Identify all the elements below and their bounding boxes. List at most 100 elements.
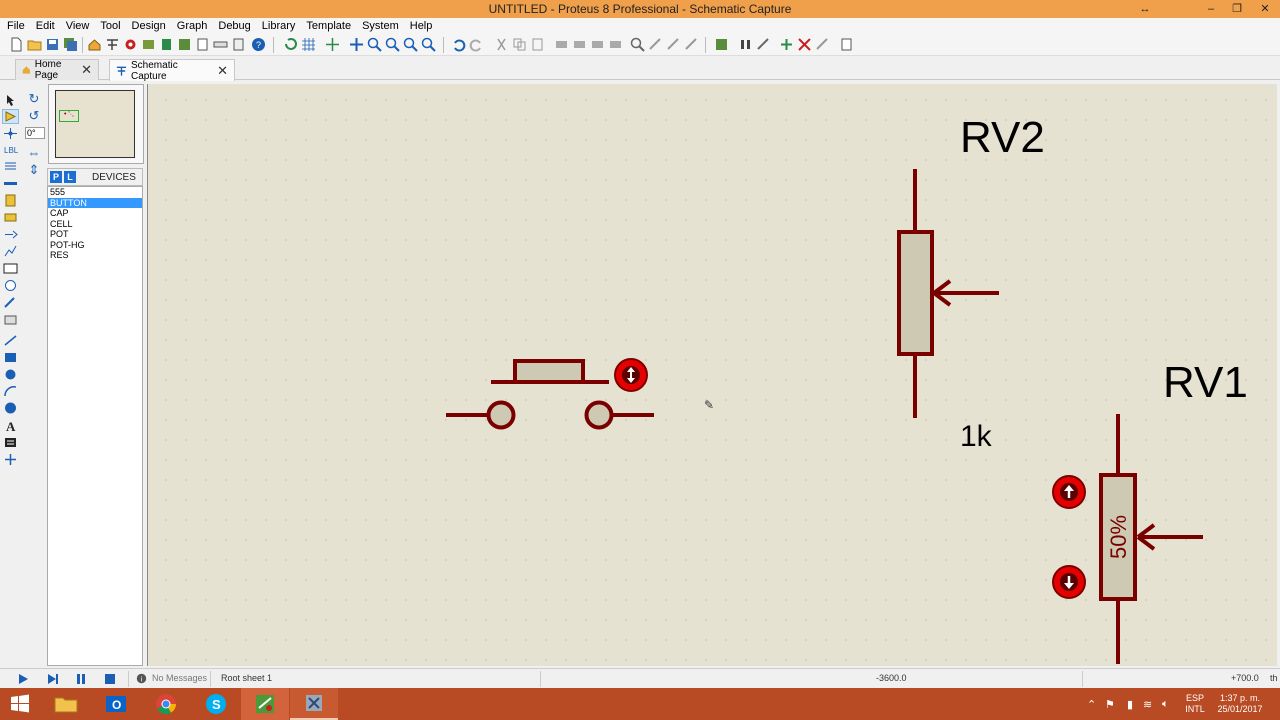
menu-file[interactable]: File (2, 18, 31, 35)
minimize-button[interactable]: – (1198, 0, 1224, 18)
menu-help[interactable]: Help (405, 18, 439, 35)
menu-graph[interactable]: Graph (172, 18, 214, 35)
list-item[interactable]: RES (48, 250, 142, 261)
clock[interactable]: 1:37 p. m. 25/01/2017 (1210, 693, 1270, 715)
rotation-angle-input[interactable]: 0° (25, 127, 45, 139)
menu-library[interactable]: Library (257, 18, 302, 35)
overview-sheet[interactable]: • '·, (55, 90, 135, 158)
subcircuit-icon[interactable] (3, 194, 18, 207)
property-tool-icon[interactable] (756, 37, 771, 52)
graph-mode-icon[interactable] (3, 245, 18, 258)
selection-mode-icon[interactable] (3, 94, 18, 107)
menu-tool[interactable]: Tool (95, 18, 126, 35)
step-icon[interactable] (46, 672, 60, 686)
list-item[interactable]: BUTTON (48, 197, 142, 208)
menu-view[interactable]: View (61, 18, 96, 35)
menu-design[interactable]: Design (127, 18, 172, 35)
packaging-tool-icon[interactable] (666, 37, 681, 52)
origin-icon[interactable] (325, 37, 340, 52)
report-icon[interactable] (839, 37, 854, 52)
source-code-icon[interactable] (213, 37, 228, 52)
menu-system[interactable]: System (357, 18, 405, 35)
battery-icon[interactable]: ▮ (1127, 698, 1133, 711)
component-mode-icon[interactable] (2, 109, 19, 124)
rv1-decrease-knob[interactable] (1052, 565, 1086, 599)
zoom-in-icon[interactable] (367, 37, 382, 52)
generator-icon[interactable] (3, 279, 18, 292)
rotate-clockwise-icon[interactable]: ↻ (26, 92, 42, 106)
windows-start-icon[interactable] (0, 688, 40, 720)
3d-viewer-icon[interactable] (141, 37, 156, 52)
mirror-horizontal-icon[interactable]: ⇔ (26, 146, 42, 160)
outlook-icon[interactable]: O (92, 688, 140, 720)
restore-button[interactable]: ❐ (1224, 0, 1250, 18)
pcb-icon[interactable] (123, 37, 138, 52)
menu-template[interactable]: Template (301, 18, 357, 35)
new-sheet-icon[interactable] (779, 37, 794, 52)
text-tool-icon[interactable]: A (3, 419, 18, 432)
close-icon[interactable]: ✕ (81, 62, 92, 78)
save-all-icon[interactable] (63, 37, 78, 52)
help-icon[interactable]: ? (251, 37, 266, 52)
input-language[interactable]: ESP INTL (1180, 693, 1210, 715)
show-hidden-icons-icon[interactable]: ⌃ (1087, 698, 1096, 711)
text-script-icon[interactable] (3, 160, 18, 173)
wire-autorouter-icon[interactable] (714, 37, 729, 52)
resize-icon[interactable]: ↔ (1132, 0, 1158, 18)
gerber-icon[interactable] (159, 37, 174, 52)
arc-tool-icon[interactable] (3, 385, 18, 398)
voltage-probe-icon[interactable] (3, 296, 18, 309)
marker-tool-icon[interactable] (3, 453, 18, 466)
proteus-icon[interactable] (290, 688, 338, 720)
tape-recorder-icon[interactable] (3, 262, 18, 275)
rotate-anticlockwise-icon[interactable]: ↺ (26, 109, 42, 123)
bom-icon[interactable] (195, 37, 210, 52)
tab-schematic-capture[interactable]: Schematic Capture ✕ (109, 59, 235, 82)
decompose-icon[interactable] (684, 37, 699, 52)
pick-device-icon[interactable] (630, 37, 645, 52)
copy-icon[interactable] (512, 37, 527, 52)
grid-icon[interactable] (301, 37, 316, 52)
file-explorer-icon[interactable] (42, 688, 90, 720)
zoom-all-icon[interactable] (403, 37, 418, 52)
refresh-icon[interactable] (283, 37, 298, 52)
terminals-icon[interactable] (3, 211, 18, 224)
overview-window[interactable]: • '·, (48, 84, 144, 164)
block-rotate-icon[interactable] (590, 37, 605, 52)
line-tool-icon[interactable] (3, 334, 18, 347)
block-move-icon[interactable] (572, 37, 587, 52)
wire-label-icon[interactable]: LBL (3, 143, 18, 156)
box-tool-icon[interactable] (3, 351, 18, 364)
messages-status[interactable]: No Messages (152, 673, 207, 683)
list-item[interactable]: 555 (48, 187, 142, 198)
menu-debug[interactable]: Debug (213, 18, 256, 35)
list-item[interactable]: POT-HG (48, 240, 142, 251)
make-device-icon[interactable] (648, 37, 663, 52)
open-folder-icon[interactable] (27, 37, 42, 52)
design-explorer-icon[interactable] (177, 37, 192, 52)
notes-icon[interactable] (231, 37, 246, 52)
circle-tool-icon[interactable] (3, 368, 18, 381)
save-icon[interactable] (45, 37, 60, 52)
menu-edit[interactable]: Edit (31, 18, 61, 35)
schematic-canvas[interactable]: 50% RV2 1k RV1 ✎ (147, 84, 1277, 666)
exit-to-parent-icon[interactable] (815, 37, 830, 52)
chrome-icon[interactable] (142, 688, 190, 720)
symbol-tool-icon[interactable] (3, 436, 18, 449)
search-tag-icon[interactable] (738, 37, 753, 52)
cut-icon[interactable] (494, 37, 509, 52)
remove-sheet-icon[interactable] (797, 37, 812, 52)
rv2-potentiometer[interactable] (897, 169, 999, 418)
zoom-area-icon[interactable] (421, 37, 436, 52)
play-icon[interactable] (16, 672, 30, 686)
redo-icon[interactable] (469, 37, 484, 52)
proteus-isis-icon[interactable] (241, 688, 289, 720)
buses-icon[interactable] (3, 177, 18, 190)
pick-devices-button[interactable]: P (50, 171, 62, 183)
new-file-icon[interactable] (9, 37, 24, 52)
list-item[interactable]: POT (48, 229, 142, 240)
action-center-flag-icon[interactable]: ⚑ (1105, 698, 1115, 711)
schematic-icon[interactable] (105, 37, 120, 52)
pause-icon[interactable] (74, 672, 88, 686)
close-icon[interactable]: ✕ (217, 63, 228, 79)
